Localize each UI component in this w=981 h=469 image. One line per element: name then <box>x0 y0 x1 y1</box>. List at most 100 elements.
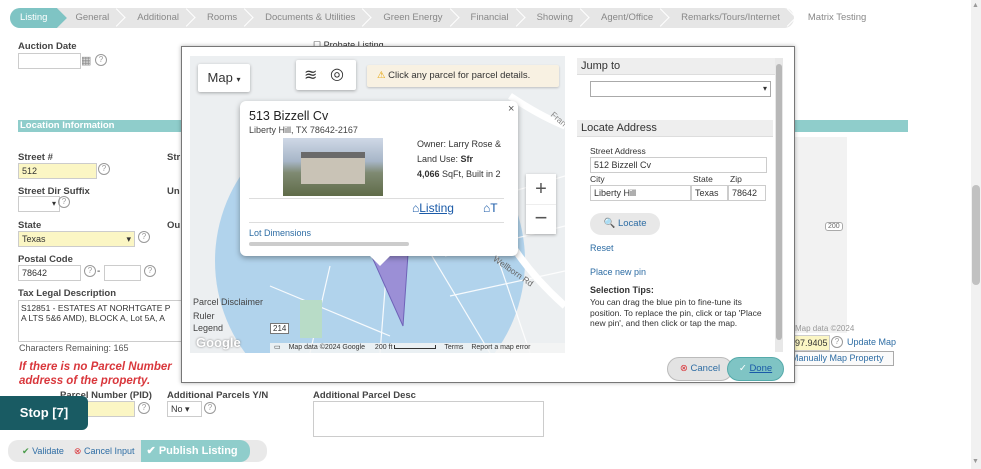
zip-label: Zip <box>730 174 742 184</box>
sqft-value: 4,066 <box>417 169 440 179</box>
tab-rooms[interactable]: Rooms <box>189 8 247 28</box>
additional-parcel-desc-textarea[interactable] <box>313 401 544 437</box>
help-icon[interactable]: ? <box>138 402 150 414</box>
tab-financial[interactable]: Financial <box>453 8 519 28</box>
reset-link[interactable]: Reset <box>590 243 614 253</box>
popup-owner: Owner: Larry Rose & <box>417 139 502 149</box>
cancel-button[interactable]: ⊗ Cancel <box>667 357 733 381</box>
map-type-label: Map <box>207 70 233 85</box>
street-number-input[interactable]: 512 <box>18 163 97 179</box>
legend-link[interactable]: Legend <box>193 323 223 333</box>
cancel-input-label: Cancel Input <box>83 445 135 456</box>
scroll-down-icon[interactable]: ▼ <box>972 458 979 465</box>
popup-subtitle: Liberty Hill, TX 78642-2167 <box>249 125 358 135</box>
help-icon[interactable]: ? <box>138 231 150 243</box>
warning-icon: ⚠ <box>377 70 386 81</box>
partial-label: Ou <box>167 220 181 231</box>
tab-additional[interactable]: Additional <box>119 8 189 28</box>
help-icon[interactable]: ? <box>144 265 156 277</box>
state-input[interactable]: Texas <box>691 185 728 201</box>
place-new-pin-link[interactable]: Place new pin <box>590 267 646 277</box>
state-label-side: State <box>693 174 713 184</box>
popup-divider <box>249 198 504 199</box>
help-icon[interactable]: ? <box>831 336 843 348</box>
tax-link[interactable]: ⌂T <box>483 201 498 215</box>
street-dir-suffix-select[interactable]: ▾ <box>18 196 60 212</box>
right-map-thumbnail: 200 <box>795 137 847 333</box>
layers-icon[interactable]: ≋ <box>304 65 317 85</box>
listing-link[interactable]: ⌂Listing <box>412 201 454 215</box>
update-map-link[interactable]: Update Map <box>847 337 896 347</box>
tab-remarks-tours-internet[interactable]: Remarks/Tours/Internet <box>663 8 790 28</box>
zoom-out-icon[interactable]: − <box>526 204 556 235</box>
auction-date-input[interactable] <box>18 53 81 69</box>
scale-text: 200 ft <box>374 344 393 351</box>
scale-bar <box>394 345 437 350</box>
help-icon[interactable]: ? <box>58 196 70 208</box>
tab-documents-utilities[interactable]: Documents & Utilities <box>247 8 365 28</box>
map-canvas[interactable]: Map ▾ ≋ ◎ ⚠ Click any parcel for parcel … <box>190 56 565 353</box>
validate-button[interactable]: ✔ Validate <box>8 446 64 457</box>
close-icon[interactable]: × <box>508 103 514 115</box>
ruler-link[interactable]: Ruler <box>193 311 215 321</box>
state-value: Texas <box>22 234 46 244</box>
street-number-label: Street # <box>18 152 53 163</box>
popup-divider <box>249 222 504 223</box>
parcel-disclaimer-link[interactable]: Parcel Disclaimer <box>193 297 263 307</box>
zoom-in-icon[interactable]: + <box>526 174 556 204</box>
jump-to-select[interactable]: ▾ <box>590 81 771 97</box>
validate-icon: ✔ <box>22 445 30 456</box>
map-type-button[interactable]: Map ▾ <box>198 64 250 92</box>
side-panel-scrollbar[interactable] <box>775 58 783 352</box>
state-select[interactable]: Texas ▾ <box>18 231 135 247</box>
land-use-label: Land Use: <box>417 154 461 164</box>
additional-parcels-select[interactable]: No ▾ <box>167 401 202 417</box>
google-logo: Google <box>196 335 241 350</box>
locate-target-icon[interactable]: ◎ <box>330 64 344 84</box>
scroll-up-icon[interactable]: ▲ <box>972 2 979 9</box>
land-use-value: Sfr <box>460 154 474 164</box>
postal-ext-input[interactable] <box>104 265 141 281</box>
stop-badge[interactable]: Stop [7] <box>0 396 88 430</box>
terms-link[interactable]: Terms <box>444 344 463 351</box>
locate-address-header: Locate Address <box>577 120 773 137</box>
help-icon[interactable]: ? <box>84 265 96 277</box>
done-button-label: Done <box>749 363 773 374</box>
help-icon[interactable]: ? <box>98 163 110 175</box>
zip-input[interactable]: 78642 <box>728 185 766 201</box>
cancel-input-button[interactable]: ⊗ Cancel Input <box>64 446 135 457</box>
tab-showing[interactable]: Showing <box>519 8 583 28</box>
cancel-button-label: Cancel <box>690 363 721 374</box>
postal-code-input[interactable]: 78642 <box>18 265 81 281</box>
publish-listing-button[interactable]: ✔ Publish Listing <box>140 440 250 462</box>
street-address-input[interactable]: 512 Bizzell Cv <box>590 157 767 173</box>
zoom-controls: + − <box>526 174 556 234</box>
page-scrollbar[interactable]: ▲ ▼ <box>971 0 981 469</box>
tax-legal-textarea[interactable]: S12851 - ESTATES AT NORHTGATE P A LTS 5&… <box>18 300 186 342</box>
done-button[interactable]: ✓ Done <box>727 357 784 381</box>
property-photo <box>283 138 383 196</box>
tab-bar: Listing General Additional Rooms Documents &… <box>10 8 866 28</box>
check-icon: ✓ <box>738 363 747 374</box>
help-icon[interactable]: ? <box>95 54 107 66</box>
longitude-input[interactable]: 97.9405 <box>791 335 830 351</box>
scrollbar-thumb[interactable] <box>972 185 980 285</box>
popup-scrollbar[interactable] <box>249 242 409 246</box>
tab-general[interactable]: General <box>57 8 119 28</box>
tab-green-energy[interactable]: Green Energy <box>365 8 452 28</box>
hint-text: Click any parcel for parcel details. <box>388 70 531 81</box>
manually-map-button[interactable]: Manually Map Property <box>786 351 894 366</box>
tab-agent-office[interactable]: Agent/Office <box>583 8 663 28</box>
city-input[interactable]: Liberty Hill <box>590 185 691 201</box>
tab-matrix-testing[interactable]: Matrix Testing <box>790 8 876 28</box>
parcel-warning-line1: If there is no Parcel Number <box>19 361 172 373</box>
selection-tips-title: Selection Tips: <box>590 285 654 295</box>
listing-link-label: Listing <box>419 201 454 215</box>
lot-dimensions-link[interactable]: Lot Dimensions <box>249 228 311 238</box>
tab-listing[interactable]: Listing <box>10 8 58 28</box>
report-link[interactable]: Report a map error <box>471 344 530 351</box>
calendar-icon[interactable]: ▦ <box>81 54 91 67</box>
locate-button[interactable]: 🔍 Locate <box>590 213 660 235</box>
help-icon[interactable]: ? <box>204 402 216 414</box>
hint-banner: ⚠ Click any parcel for parcel details. <box>367 65 559 87</box>
